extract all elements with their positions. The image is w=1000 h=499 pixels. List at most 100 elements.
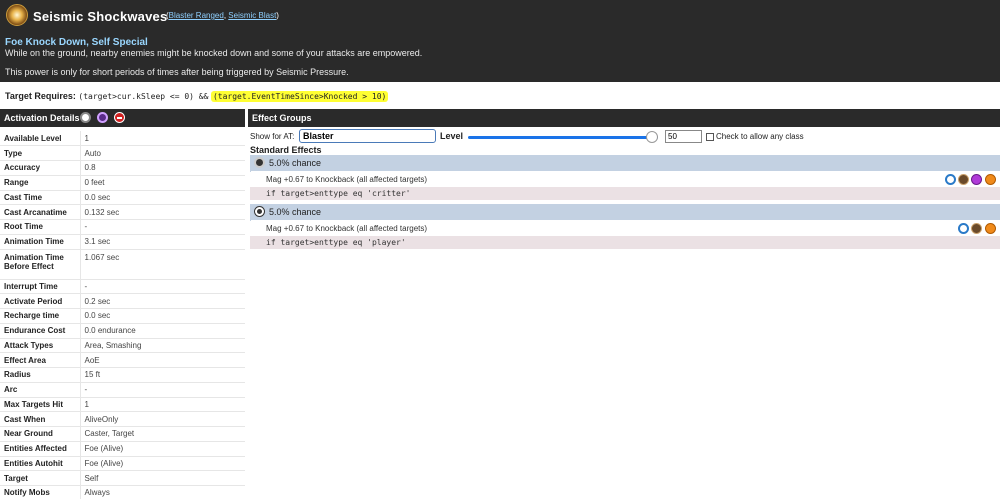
effect-groups-header: Effect Groups [248,109,1000,127]
attribute-row: Radius 15 ft [0,367,245,383]
archetype-input[interactable] [299,129,436,143]
effect-group-header: 5.0% chance [250,155,1000,171]
attribute-name: Activate Period [0,293,80,309]
attribute-row: Notify Mobs Always [0,485,245,499]
globe-icon [254,157,265,168]
activation-details-title: Activation Details [4,113,80,123]
effect-row: Mag +0.67 to Knockback (all affected tar… [250,172,1000,187]
stop-icon [114,112,125,123]
attribute-value: - [79,279,245,295]
attribute-row: Entities Autohit Foe (Alive) [0,456,245,472]
level-label: Level [440,131,464,141]
attribute-row: Cast Time 0.0 sec [0,190,245,206]
allow-any-class-label: Check to allow any class [716,132,804,141]
attribute-name: Max Targets Hit [0,397,80,413]
attribute-row: Max Targets Hit 1 [0,397,245,413]
attribute-name: Attack Types [0,338,80,354]
attribute-value: - [79,382,245,398]
attribute-name: Recharge time [0,308,80,324]
critter-icon [945,174,956,185]
attribute-name: Animation Time [0,234,80,250]
attribute-row: Animation Time 3.1 sec [0,234,245,250]
critter-icon [958,223,969,234]
seismic-power-icon [6,4,28,26]
attribute-row: Interrupt Time - [0,279,245,295]
attribute-value: 0 feet [79,175,245,191]
attribute-row: Near Ground Caster, Target [0,426,245,442]
condition-row: if target>enttype eq 'player' [250,236,1000,249]
attribute-value: Caster, Target [79,426,245,442]
target-icon [97,112,108,123]
attribute-value: 15 ft [79,367,245,383]
activation-details-table: Available Level 1 Type Auto Accuracy 0.8 Range… [0,131,245,499]
cycle-icon [80,112,91,123]
attribute-name: Radius [0,367,80,383]
chance-text: 5.0% chance [269,207,322,217]
attribute-value: AliveOnly [79,411,245,427]
attribute-row: Target Self [0,470,245,486]
attribute-name: Interrupt Time [0,279,80,295]
attribute-value: 0.0 sec [79,308,245,324]
chance-text: 5.0% chance [269,158,322,168]
attribute-name: Accuracy [0,160,80,176]
enemy-icon [971,223,982,234]
power-header: Seismic Shockwaves (Blaster Ranged, Seis… [0,0,1000,82]
power-subtitle: Foe Knock Down, Self Special [5,37,148,48]
allow-any-class-checkbox[interactable] [706,133,714,141]
attribute-name: Near Ground [0,426,80,442]
powerset-links: (Blaster Ranged, Seismic Blast) [166,11,279,20]
condition-text: if target>enttype eq 'critter' [266,189,411,198]
attribute-value: 1 [79,131,245,147]
attribute-value: Foe (Alive) [79,441,245,457]
attribute-row: Arc - [0,382,245,398]
player-icon [254,206,265,217]
level-input[interactable] [665,130,702,143]
attribute-name: Type [0,145,80,161]
attribute-name: Endurance Cost [0,323,80,339]
target-requires: Target Requires: (target>cur.kSleep <= 0… [5,91,389,102]
attribute-value: Self [79,470,245,486]
effect-group-header: 5.0% chance [250,204,1000,220]
attribute-value: Area, Smashing [79,338,245,354]
attribute-name: Effect Area [0,352,80,368]
enemy-icon [958,174,969,185]
attribute-name: Entities Affected [0,441,80,457]
attribute-name: Target [0,470,80,486]
level-slider-thumb[interactable] [646,131,658,143]
attribute-value: Foe (Alive) [79,456,245,472]
level-slider[interactable] [468,136,658,139]
attribute-name: Cast When [0,411,80,427]
link-seismic-blast[interactable]: Seismic Blast [228,11,276,20]
purple-orb-icon [971,174,982,185]
condition-text: if target>enttype eq 'player' [266,238,406,247]
attribute-row: Root Time - [0,219,245,235]
attribute-row: Attack Types Area, Smashing [0,338,245,354]
effect-text: Mag +0.67 to Knockback (all affected tar… [266,224,428,233]
requires-label: Target Requires: [5,91,76,101]
attribute-row: Cast When AliveOnly [0,411,245,427]
attribute-value: Auto [79,145,245,161]
attribute-row: Range 0 feet [0,175,245,191]
attribute-row: Recharge time 0.0 sec [0,308,245,324]
attribute-row: Entities Affected Foe (Alive) [0,441,245,457]
attribute-name: Root Time [0,219,80,235]
attribute-row: Accuracy 0.8 [0,160,245,176]
attribute-name: Cast Arcanatime [0,204,80,220]
attribute-row: Type Auto [0,145,245,161]
attribute-name: Animation Time Before Effect [0,249,80,280]
minus-icon [985,223,996,234]
attribute-row: Cast Arcanatime 0.132 sec [0,204,245,220]
requires-highlight: (target.EventTimeSince>Knocked > 10) [210,91,389,102]
attribute-value: - [79,219,245,235]
attribute-name: Range [0,175,80,191]
condition-row: if target>enttype eq 'critter' [250,187,1000,200]
attribute-row: Effect Area AoE [0,352,245,368]
minus-icon [985,174,996,185]
attribute-row: Available Level 1 [0,131,245,147]
power-description: While on the ground, nearby enemies migh… [5,48,423,58]
attribute-name: Cast Time [0,190,80,206]
link-blaster-ranged[interactable]: Blaster Ranged [169,11,224,20]
show-for-at-label: Show for AT: [250,132,295,141]
attribute-row: Endurance Cost 0.0 endurance [0,323,245,339]
attribute-value: 0.8 [79,160,245,176]
